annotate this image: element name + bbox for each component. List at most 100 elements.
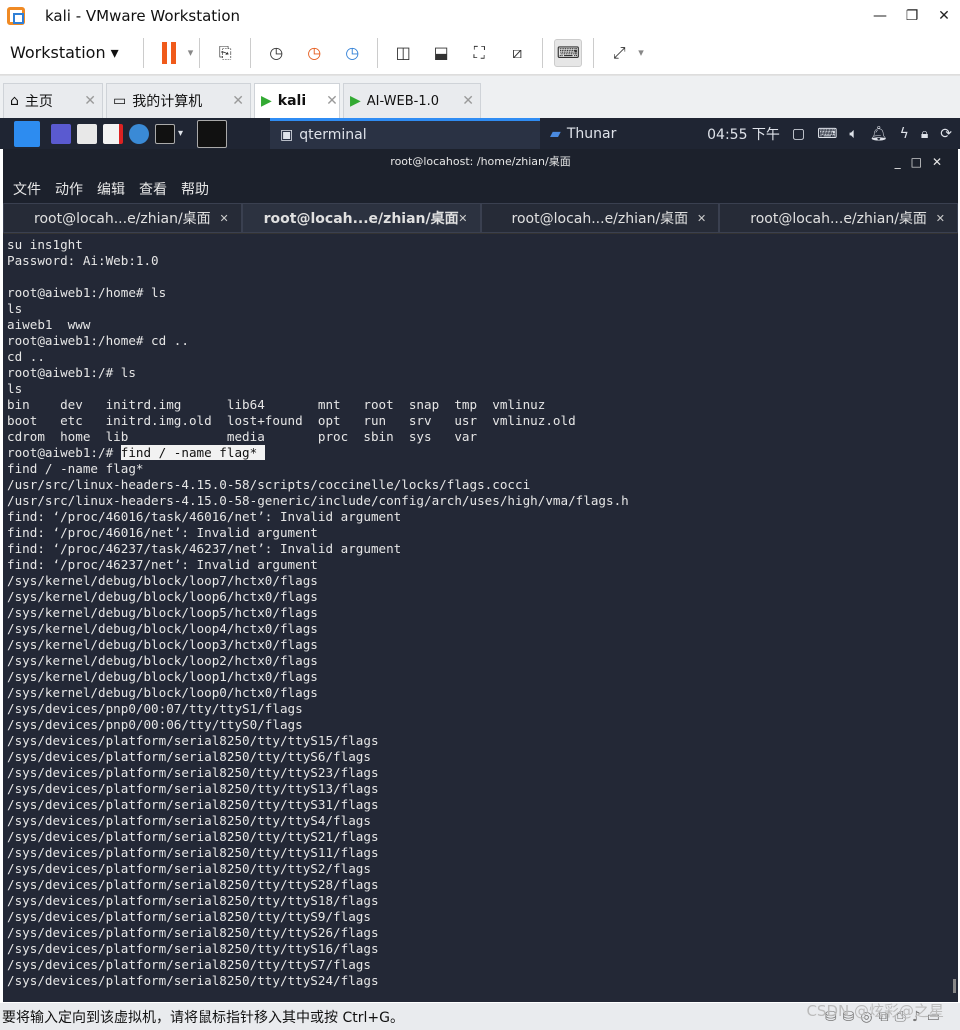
terminal-line: /sys/devices/pnp0/00:06/tty/ttyS0/flags bbox=[7, 717, 303, 732]
logout-icon[interactable]: ⟳ bbox=[940, 126, 952, 142]
minimize-button[interactable]: _ bbox=[895, 155, 911, 169]
unity-icon[interactable]: ⧄ bbox=[503, 39, 531, 67]
scrollbar[interactable] bbox=[953, 979, 956, 993]
terminal-line: /sys/kernel/debug/block/loop4/hctx0/flag… bbox=[7, 621, 318, 636]
volume-icon[interactable]: 🔈︎ bbox=[849, 126, 857, 142]
close-tab-icon[interactable]: ✕ bbox=[70, 93, 96, 109]
menu-view[interactable]: 查看 bbox=[139, 179, 167, 199]
terminal-tab[interactable]: root@locah...e/zhian/桌面 ✕ bbox=[480, 203, 720, 233]
vm-tabs: ⌂ 主页 ✕ ▭ 我的计算机 ✕ ▶ kali ✕ ▶ AI-WEB-1.0 ✕ bbox=[0, 75, 960, 118]
terminal-line: Password: Ai:Web:1.0 bbox=[7, 253, 159, 268]
thumbnail-view-icon[interactable]: ⬓ bbox=[427, 39, 455, 67]
terminal-line: ls bbox=[7, 381, 23, 396]
display-icon[interactable]: ▢ bbox=[792, 126, 805, 142]
kali-menu-icon[interactable] bbox=[14, 120, 40, 147]
close-tab-icon[interactable]: ✕ bbox=[697, 212, 706, 225]
terminal-line: /sys/kernel/debug/block/loop1/hctx0/flag… bbox=[7, 669, 318, 684]
terminal-line: find: ‘/proc/46237/task/46237/net’: Inva… bbox=[7, 541, 402, 556]
notification-bell-icon[interactable]: 🔔︎ bbox=[870, 126, 888, 142]
text-editor-icon[interactable] bbox=[103, 123, 123, 144]
menu-file[interactable]: 文件 bbox=[13, 179, 41, 199]
terminal-line: /sys/devices/platform/serial8250/tty/tty… bbox=[7, 893, 379, 908]
terminal-tab[interactable]: root@locah...e/zhian/桌面 ✕ bbox=[3, 203, 242, 233]
send-ctrl-alt-del-icon[interactable]: ⎘ bbox=[211, 39, 239, 67]
maximize-button[interactable]: ❐ bbox=[896, 8, 928, 24]
kali-panel: ▾ ▣ qterminal ▰ Thunar 04:55 下午 ▢ ⌨ 🔈︎ 🔔︎ … bbox=[0, 118, 960, 149]
terminal-line: bin dev initrd.img lib64 mnt root snap t… bbox=[7, 397, 546, 412]
console-view-icon[interactable]: ⌨ bbox=[554, 38, 583, 67]
power-manager-icon[interactable]: ϟ bbox=[900, 126, 909, 142]
selected-command[interactable]: find / -name flag* bbox=[120, 445, 265, 460]
terminal-output[interactable]: su ins1ght Password: Ai:Web:1.0 root@aiwe… bbox=[3, 234, 958, 992]
prompt: root@aiweb1:/# bbox=[7, 445, 121, 460]
task-qterminal[interactable]: ▣ qterminal bbox=[270, 118, 541, 149]
snapshot-manager-icon[interactable]: ◷ bbox=[338, 39, 366, 67]
menu-edit[interactable]: 编辑 bbox=[97, 179, 125, 199]
terminal-line: cd .. bbox=[7, 349, 45, 364]
vm-tab-kali[interactable]: ▶ kali ✕ bbox=[254, 83, 340, 118]
close-tab-icon[interactable]: ✕ bbox=[312, 93, 338, 109]
menu-help[interactable]: 帮助 bbox=[181, 179, 209, 199]
keyboard-icon[interactable]: ⌨ bbox=[817, 126, 837, 142]
watermark: CSDN @炫彩@之星 bbox=[806, 1002, 944, 1020]
vmware-toolbar: Workstation ▾ ▾ ⎘ ◷ ◷ ◷ ◫ ⬓ ⛶ ⧄ ⌨ ⤢ ▾ bbox=[0, 31, 960, 75]
divider bbox=[199, 37, 201, 68]
lock-icon[interactable]: 🔒︎ bbox=[921, 126, 928, 142]
vm-running-icon: ▶ bbox=[350, 93, 361, 109]
vm-tab-my-computer[interactable]: ▭ 我的计算机 ✕ bbox=[106, 83, 251, 118]
terminal-line: ls bbox=[7, 301, 23, 316]
browser-icon[interactable] bbox=[129, 123, 149, 144]
snapshot-revert-icon[interactable]: ◷ bbox=[300, 39, 328, 67]
terminal-launcher-icon[interactable] bbox=[155, 123, 175, 144]
clock[interactable]: 04:55 下午 bbox=[707, 124, 780, 144]
file-manager-icon[interactable] bbox=[77, 123, 97, 144]
chevron-down-icon[interactable]: ▾ bbox=[178, 128, 183, 139]
terminal-line: root@aiweb1:/home# ls bbox=[7, 285, 167, 300]
terminal-line: /sys/devices/platform/serial8250/tty/tty… bbox=[7, 925, 379, 940]
status-message: 要将输入定向到该虚拟机，请将鼠标指针移入其中或按 Ctrl+G。 bbox=[2, 1009, 404, 1026]
stretch-icon[interactable]: ⤢ bbox=[605, 39, 633, 67]
terminal-line: /sys/devices/platform/serial8250/tty/tty… bbox=[7, 845, 379, 860]
divider bbox=[542, 37, 544, 68]
terminal-line: su ins1ght bbox=[7, 237, 83, 252]
vm-tab-home[interactable]: ⌂ 主页 ✕ bbox=[3, 83, 103, 118]
workspace-button[interactable] bbox=[197, 119, 228, 148]
fullscreen-icon[interactable]: ⛶ bbox=[465, 39, 493, 67]
close-tab-icon[interactable]: ✕ bbox=[458, 212, 467, 225]
menu-actions[interactable]: 动作 bbox=[55, 179, 83, 199]
close-tab-icon[interactable]: ✕ bbox=[220, 212, 229, 225]
close-tab-icon[interactable]: ✕ bbox=[218, 93, 244, 109]
pause-icon-bar bbox=[170, 41, 176, 64]
terminal-line: root@aiweb1:/# find / -name flag* bbox=[7, 445, 954, 461]
divider bbox=[250, 37, 252, 68]
terminal-line: root@aiweb1:/# ls bbox=[7, 365, 136, 380]
qterminal-window: root@locahost: /home/zhian/桌面 _□✕ 文件 动作 … bbox=[3, 149, 958, 1002]
terminal-line: /sys/devices/platform/serial8250/tty/tty… bbox=[7, 909, 371, 924]
terminal-tab[interactable]: root@locah...e/zhian/桌面 ✕ bbox=[241, 203, 481, 233]
vm-tab-ai-web[interactable]: ▶ AI-WEB-1.0 ✕ bbox=[343, 83, 481, 118]
terminal-line: /sys/devices/platform/serial8250/tty/tty… bbox=[7, 877, 379, 892]
pause-button[interactable] bbox=[155, 39, 183, 67]
snapshot-take-icon[interactable]: ◷ bbox=[262, 39, 290, 67]
close-button[interactable]: ✕ bbox=[932, 155, 952, 169]
close-tab-icon[interactable]: ✕ bbox=[936, 212, 945, 225]
close-button[interactable]: ✕ bbox=[928, 8, 960, 24]
window-title: kali - VMware Workstation bbox=[45, 6, 240, 25]
home-icon: ⌂ bbox=[10, 93, 19, 109]
terminal-line: /sys/devices/platform/serial8250/tty/tty… bbox=[7, 749, 371, 764]
stretch-dropdown-icon[interactable]: ▾ bbox=[638, 46, 644, 59]
maximize-button[interactable]: □ bbox=[911, 155, 932, 169]
terminal-tab[interactable]: root@locah...e/zhian/桌面 ✕ bbox=[719, 203, 958, 233]
terminal-line: /sys/kernel/debug/block/loop3/hctx0/flag… bbox=[7, 637, 318, 652]
terminal-line: cdrom home lib media proc sbin sys var bbox=[7, 429, 478, 444]
terminal-line: /sys/devices/platform/serial8250/tty/tty… bbox=[7, 941, 379, 956]
desktop-icon[interactable] bbox=[51, 123, 71, 144]
task-thunar[interactable]: ▰ Thunar bbox=[540, 118, 626, 149]
workstation-menu[interactable]: Workstation ▾ bbox=[10, 43, 119, 62]
terminal-line: /sys/devices/platform/serial8250/tty/tty… bbox=[7, 781, 379, 796]
minimize-button[interactable]: — bbox=[864, 8, 896, 24]
terminal-line: find: ‘/proc/46016/task/46016/net’: Inva… bbox=[7, 509, 402, 524]
close-tab-icon[interactable]: ✕ bbox=[448, 93, 474, 109]
pause-dropdown-icon[interactable]: ▾ bbox=[188, 46, 194, 59]
sidebar-view-icon[interactable]: ◫ bbox=[389, 39, 417, 67]
